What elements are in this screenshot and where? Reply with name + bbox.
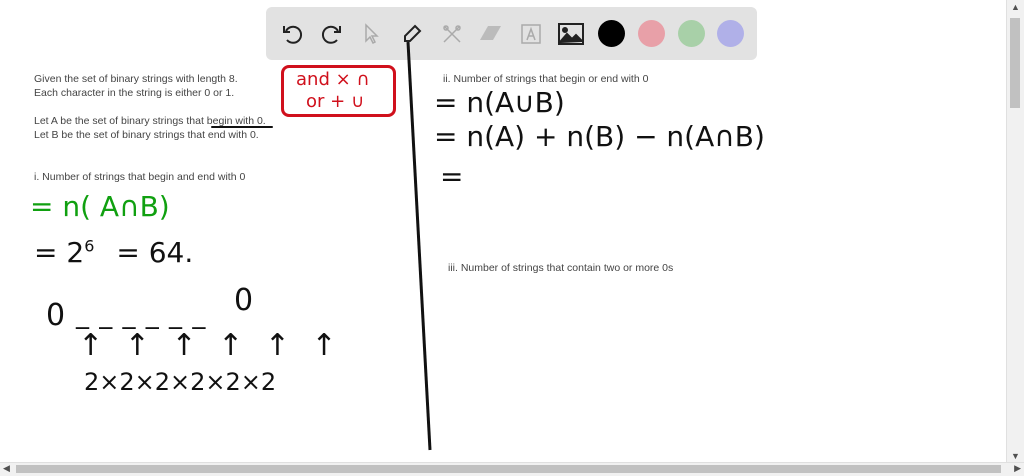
- vertical-scroll-thumb[interactable]: [1010, 18, 1020, 108]
- zero-right: 0: [234, 283, 254, 318]
- q1-step-2: = 26 = 64.: [34, 236, 193, 269]
- scroll-up-icon[interactable]: ▲: [1011, 2, 1020, 12]
- zero-left: 0: [46, 298, 66, 333]
- q2-step-1: = n(A∪B): [434, 86, 565, 119]
- q1-step-1: = n( A∩B): [30, 190, 170, 223]
- arrows: ↑ ↑ ↑ ↑ ↑ ↑: [78, 328, 343, 363]
- scroll-left-icon[interactable]: ◀: [3, 463, 10, 474]
- horizontal-scroll-thumb[interactable]: [16, 465, 1001, 473]
- power-base: = 2: [34, 236, 85, 269]
- q2-step-3: =: [440, 160, 464, 193]
- q2-step-2: = n(A) + n(B) − n(A∩B): [434, 120, 765, 153]
- product: 2×2×2×2×2×2: [84, 368, 277, 396]
- horizontal-scrollbar[interactable]: ◀ ▶: [0, 462, 1024, 476]
- result-64: = 64.: [116, 236, 194, 269]
- blank-positions: _ _ _ _ _ _: [76, 300, 207, 330]
- scroll-right-icon[interactable]: ▶: [1014, 463, 1021, 474]
- power-exponent: 6: [84, 236, 95, 256]
- vertical-scrollbar[interactable]: ▲ ▼: [1006, 0, 1024, 463]
- scroll-down-icon[interactable]: ▼: [1011, 451, 1020, 461]
